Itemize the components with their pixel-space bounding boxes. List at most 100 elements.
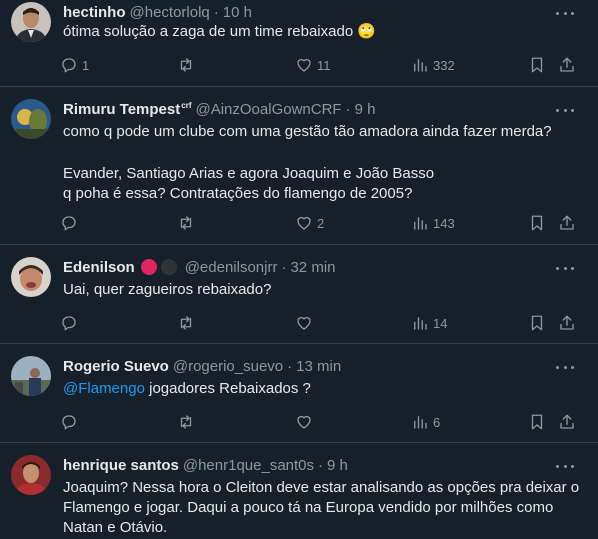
black-circle-badge: [160, 259, 177, 275]
retweet-icon: [180, 415, 192, 429]
tweet[interactable]: hectinho @hectorlolq · 10 h ótima soluçã…: [0, 0, 598, 87]
avatar[interactable]: [11, 2, 51, 42]
tweet[interactable]: Rimuru Tempestcrf @AinzOoalGownCRF · 9 h…: [0, 87, 598, 245]
share-button[interactable]: [558, 313, 576, 333]
tweet[interactable]: Rogerio Suevo @rogerio_suevo · 13 min @F…: [0, 344, 598, 443]
separator: ·: [287, 357, 293, 375]
reply-icon: [62, 216, 76, 231]
more-icon[interactable]: [556, 358, 574, 376]
author-handle[interactable]: @AinzOoalGownCRF: [195, 101, 341, 118]
views-button[interactable]: 14: [411, 313, 447, 333]
tweet-text-line: Flamengo e jogar. Daqui a pouco tá na Eu…: [63, 499, 554, 516]
share-icon: [560, 57, 574, 72]
author-name[interactable]: Rogerio Suevo: [63, 358, 169, 375]
views-button[interactable]: 6: [411, 412, 440, 432]
tweet-text-line: Natan e Otávio.: [63, 519, 168, 536]
reply-button[interactable]: [60, 213, 78, 233]
author-name[interactable]: Edenilson: [63, 259, 135, 276]
timestamp[interactable]: 9 h: [327, 457, 348, 474]
author-handle[interactable]: @hectorlolq: [130, 4, 210, 21]
share-button[interactable]: [558, 55, 576, 75]
reply-icon: [62, 316, 76, 331]
avatar[interactable]: [11, 455, 51, 495]
more-icon[interactable]: [556, 101, 574, 119]
avatar[interactable]: [11, 356, 51, 396]
author-name[interactable]: hectinho: [63, 4, 126, 21]
views-icon: [414, 416, 427, 429]
author-handle[interactable]: @rogerio_suevo: [173, 358, 283, 375]
reply-count: 1: [82, 57, 90, 73]
timestamp[interactable]: 10 h: [223, 4, 252, 21]
tweet-actions: 1 11 332: [60, 55, 584, 75]
timestamp[interactable]: 13 min: [296, 358, 341, 375]
bookmark-icon: [531, 215, 543, 231]
separator: ·: [318, 456, 324, 474]
like-count: 2: [317, 215, 325, 231]
timestamp[interactable]: 9 h: [355, 101, 376, 118]
bookmark-icon: [531, 57, 543, 73]
bookmark-button[interactable]: [528, 412, 546, 432]
tweet-text: como q pode um clube com uma gestão tão …: [63, 122, 583, 204]
like-icon: [297, 216, 311, 230]
like-button[interactable]: 2: [295, 213, 324, 233]
views-count: 6: [433, 414, 441, 430]
red-circle-badge: [140, 259, 157, 275]
retweet-icon: [180, 216, 192, 230]
views-icon: [414, 317, 427, 330]
like-button[interactable]: [295, 313, 313, 333]
bookmark-icon: [531, 414, 543, 430]
like-icon: [297, 58, 311, 72]
retweet-icon: [180, 58, 192, 72]
more-icon[interactable]: [556, 259, 574, 277]
bookmark-button[interactable]: [528, 55, 546, 75]
share-button[interactable]: [558, 213, 576, 233]
bookmark-icon: [531, 315, 543, 331]
more-icon[interactable]: [556, 4, 574, 22]
author-handle[interactable]: @henr1que_sant0s: [183, 457, 314, 474]
share-icon: [560, 315, 574, 330]
views-count: 332: [433, 57, 455, 73]
reply-icon: [62, 58, 76, 73]
author-name[interactable]: henrique santos: [63, 457, 179, 474]
bookmark-button[interactable]: [528, 213, 546, 233]
tweet-actions: 14: [60, 313, 584, 333]
author-handle[interactable]: @edenilsonjrr: [185, 259, 278, 276]
mention-link[interactable]: @Flamengo: [63, 380, 145, 397]
like-count: 11: [317, 57, 331, 73]
tweet-actions: 6: [60, 412, 584, 432]
tweet-text: Uai, quer zagueiros rebaixado?: [63, 281, 272, 298]
share-button[interactable]: [558, 412, 576, 432]
views-icon: [414, 59, 427, 72]
tweet-text-line: Joaquim? Nessa hora o Cleiton deve estar…: [63, 479, 580, 496]
bookmark-button[interactable]: [528, 313, 546, 333]
views-button[interactable]: 332: [411, 55, 455, 75]
retweet-button[interactable]: [177, 313, 195, 333]
like-icon: [297, 316, 311, 330]
avatar[interactable]: [11, 99, 51, 139]
reply-button[interactable]: 1: [60, 55, 89, 75]
author-name-tag: crf: [181, 100, 192, 110]
tweet[interactable]: Edenilson @edenilsonjrr · 32 min Uai, qu…: [0, 245, 598, 344]
retweet-button[interactable]: [177, 213, 195, 233]
separator: ·: [281, 258, 287, 276]
share-icon: [560, 215, 574, 230]
reply-button[interactable]: [60, 313, 78, 333]
like-button[interactable]: [295, 412, 313, 432]
separator: ·: [213, 3, 219, 21]
views-button[interactable]: 143: [411, 213, 455, 233]
timestamp[interactable]: 32 min: [290, 259, 335, 276]
views-count: 14: [433, 315, 448, 331]
retweet-button[interactable]: [177, 55, 195, 75]
author-name[interactable]: Rimuru Tempestcrf: [63, 101, 191, 118]
reply-button[interactable]: [60, 412, 78, 432]
views-count: 143: [433, 215, 455, 231]
tweet-text: @Flamengo jogadores Rebaixados ?: [63, 379, 583, 399]
like-button[interactable]: 11: [295, 55, 331, 75]
like-icon: [297, 415, 311, 429]
separator: ·: [345, 100, 351, 118]
retweet-button[interactable]: [177, 412, 195, 432]
more-icon[interactable]: [556, 457, 574, 475]
tweet[interactable]: henrique santos @henr1que_sant0s · 9 h J…: [0, 443, 598, 539]
avatar[interactable]: [11, 257, 51, 297]
retweet-icon: [180, 316, 192, 330]
